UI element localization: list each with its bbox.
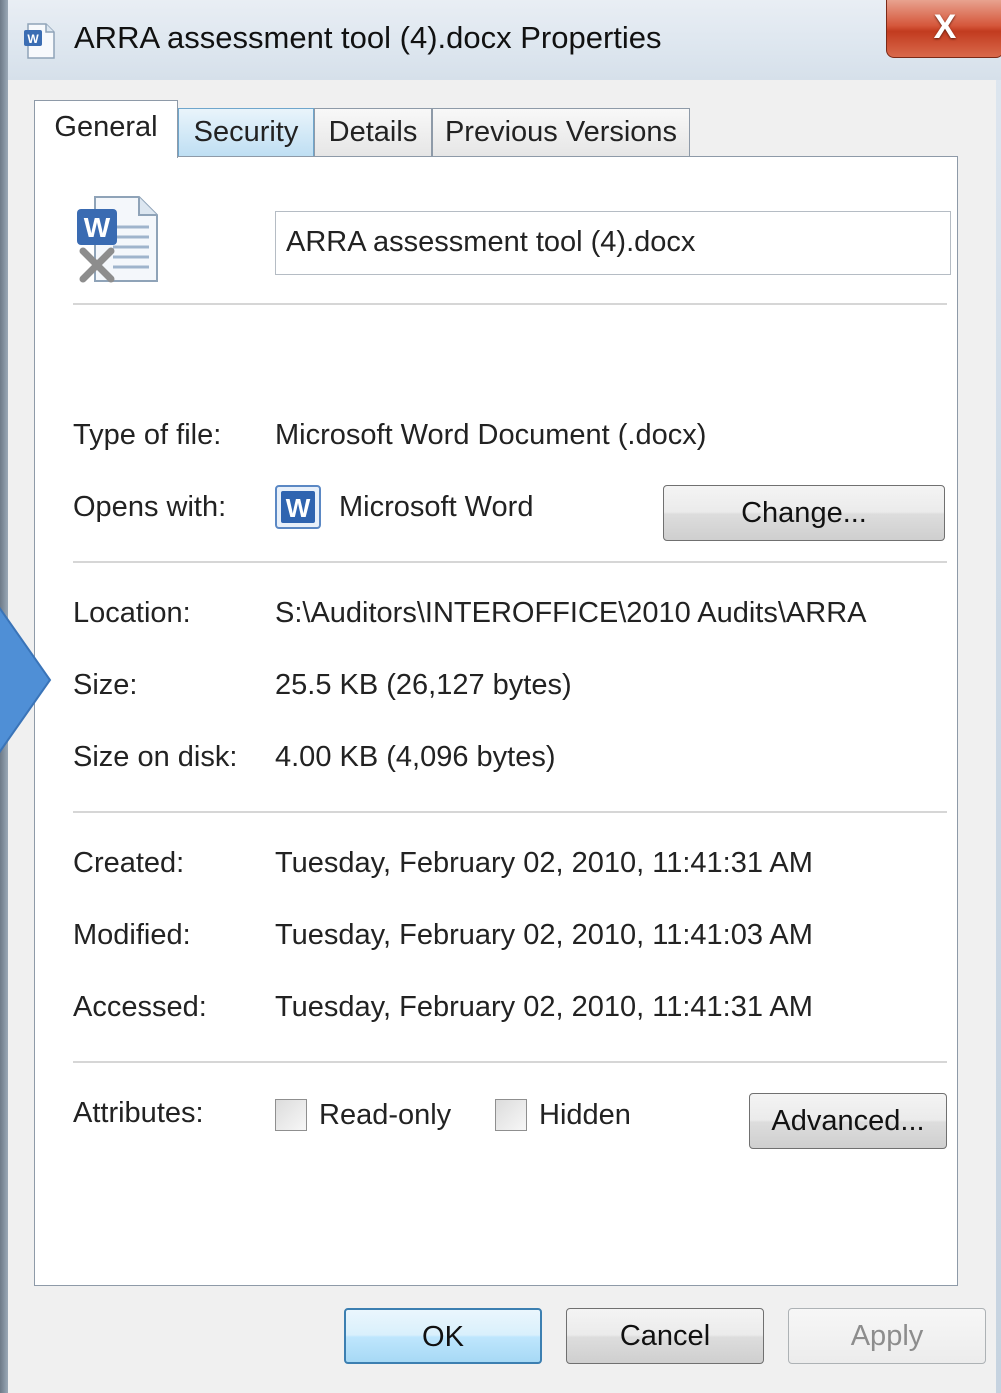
read-only-checkbox[interactable] [275,1099,307,1131]
tab-security[interactable]: Security [178,108,314,156]
close-button[interactable]: X [886,0,1001,58]
type-of-file-value: Microsoft Word Document (.docx) [275,419,707,451]
size-value: 25.5 KB (26,127 bytes) [275,669,572,701]
svg-text:W: W [84,212,111,243]
close-icon: X [933,8,957,46]
word-document-icon: W [24,23,55,59]
general-panel: W ARRA assessment tool (4).docx Type of … [34,156,958,1286]
hidden-checkbox[interactable] [495,1099,527,1131]
word-file-icon: W [77,196,158,283]
svg-text:W: W [286,493,311,523]
modified-label: Modified: [73,919,191,951]
hidden-label[interactable]: Hidden [539,1099,631,1132]
tab-previous-versions[interactable]: Previous Versions [432,108,690,156]
accessed-value: Tuesday, February 02, 2010, 11:41:31 AM [275,991,813,1023]
title-bar[interactable]: W ARRA assessment tool (4).docx Properti… [8,0,1001,80]
read-only-label[interactable]: Read-only [319,1099,451,1132]
tab-general[interactable]: General [34,100,178,158]
opens-with-value: Microsoft Word [339,491,534,523]
tab-details[interactable]: Details [314,108,432,156]
dialog-body: General Security Details Previous Versio… [8,80,996,1393]
change-button[interactable]: Change... [663,485,945,541]
advanced-button[interactable]: Advanced... [749,1093,947,1149]
type-of-file-label: Type of file: [73,419,222,451]
svg-text:W: W [27,32,39,46]
window-title: ARRA assessment tool (4).docx Properties [74,20,662,55]
properties-window: W ARRA assessment tool (4).docx Properti… [0,0,1001,1393]
ok-button[interactable]: OK [344,1308,542,1364]
created-label: Created: [73,847,185,879]
location-value: S:\Auditors\INTEROFFICE\2010 Audits\ARRA [275,597,867,629]
size-on-disk-value: 4.00 KB (4,096 bytes) [275,741,556,773]
file-name-field[interactable]: ARRA assessment tool (4).docx [275,211,951,275]
apply-button[interactable]: Apply [788,1308,986,1364]
separator [73,811,947,814]
location-label: Location: [73,597,191,629]
separator [73,303,947,306]
modified-value: Tuesday, February 02, 2010, 11:41:03 AM [275,919,813,951]
size-on-disk-label: Size on disk: [73,741,238,773]
created-value: Tuesday, February 02, 2010, 11:41:31 AM [275,847,813,879]
separator [73,561,947,564]
microsoft-word-icon: W [275,485,321,529]
accessed-label: Accessed: [73,991,207,1023]
separator [73,1061,947,1064]
attributes-label: Attributes: [73,1097,204,1129]
opens-with-label: Opens with: [73,491,227,523]
size-label: Size: [73,669,138,701]
cancel-button[interactable]: Cancel [566,1308,764,1364]
callout-arrow-icon [0,606,52,754]
